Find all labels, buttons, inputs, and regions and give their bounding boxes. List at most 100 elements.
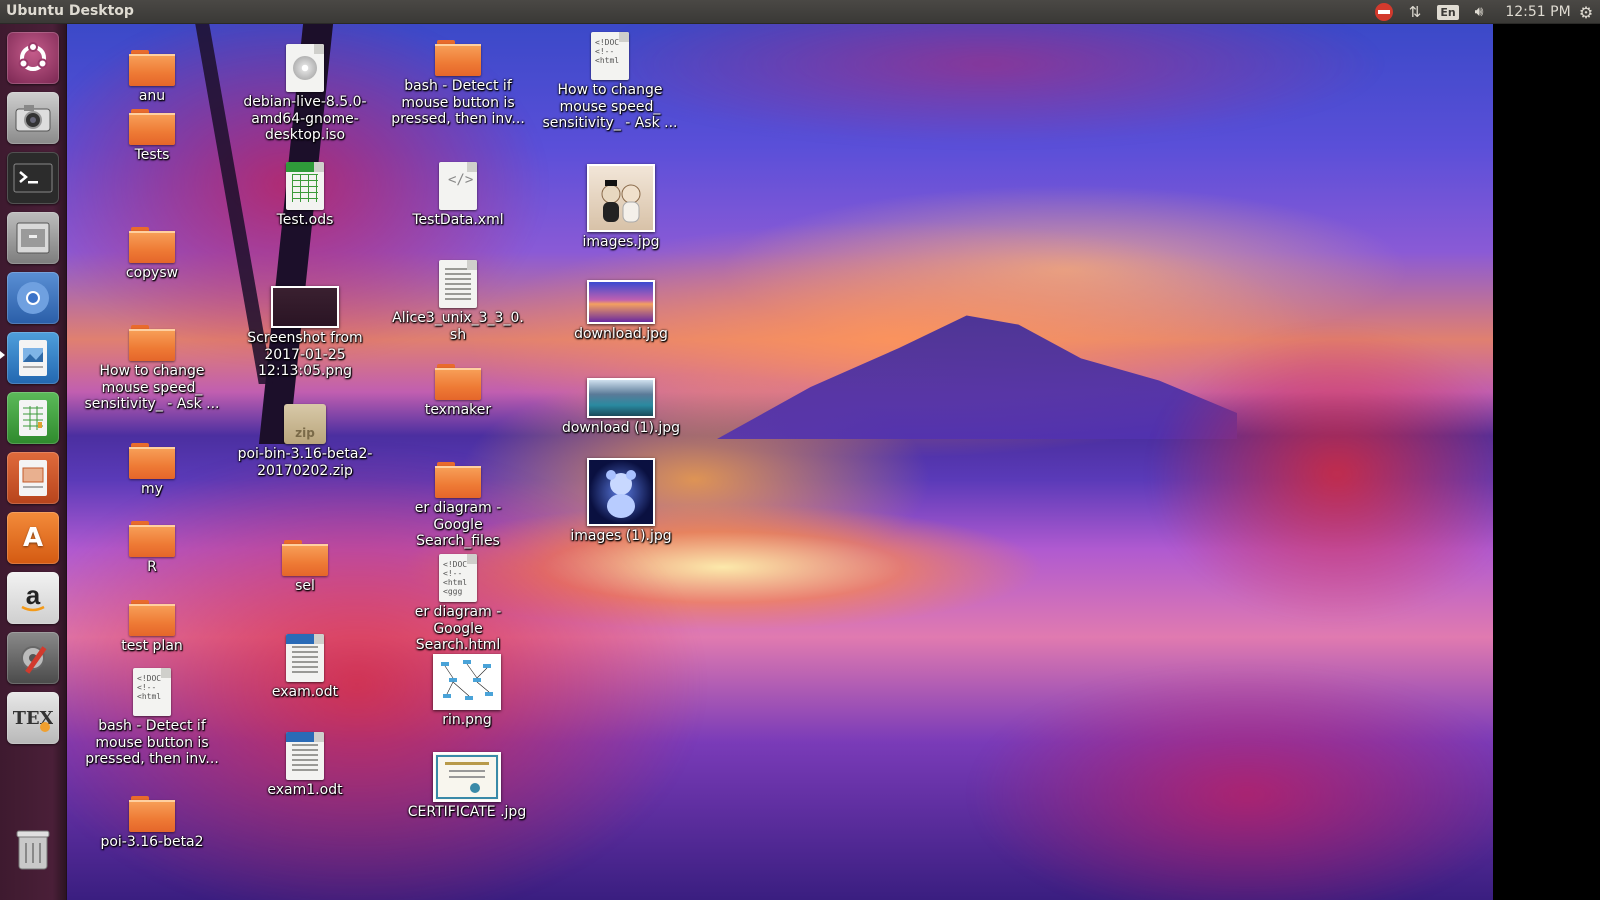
desktop-icon-label: How to change mouse speed_ sensitivity_ … (84, 363, 220, 412)
screenshot-thumbnail-icon (271, 286, 339, 328)
desktop-file-screenshot-png[interactable]: Screenshot from 2017-01-25 12:13:05.png (237, 286, 373, 380)
desktop-icon-label: debian-live-8.5.0-amd64-gnome-desktop.is… (243, 94, 367, 143)
desktop-file-alice3-sh[interactable]: Alice3_unix_3_3_0.sh (390, 260, 526, 343)
desktop-file-download-1-jpg[interactable]: download (1).jpg (553, 378, 689, 437)
folder-icon (435, 364, 481, 400)
terminal-launcher-button[interactable] (7, 152, 59, 204)
desktop-folder-my[interactable]: my (84, 443, 220, 498)
wallpaper-foliage (1147, 324, 1493, 624)
desktop-file-images-1-jpg[interactable]: images (1).jpg (553, 458, 689, 545)
desktop-icon-label: How to change mouse speed_ sensitivity_ … (542, 82, 678, 131)
certificate-thumbnail-icon (433, 752, 501, 802)
desktop[interactable]: anu Tests copysw How to change mouse spe… (67, 24, 1493, 900)
desktop-folder-tests[interactable]: Tests (84, 109, 220, 164)
desktop-icon-label: er diagram - Google Search.html (414, 604, 502, 653)
folder-icon (129, 600, 175, 636)
desktop-folder-r[interactable]: R (84, 521, 220, 576)
image-viewer-launcher-button[interactable] (7, 332, 59, 384)
svg-text:a: a (26, 580, 41, 610)
trash-launcher-button[interactable] (7, 824, 59, 876)
folder-icon (129, 325, 175, 361)
folder-icon (435, 462, 481, 498)
folder-icon (129, 443, 175, 479)
landscape-thumbnail-icon (587, 280, 655, 324)
settings-icon (21, 646, 47, 674)
settings-launcher-button[interactable] (7, 632, 59, 684)
desktop-folder-poi-3-16-beta2[interactable]: poi-3.16-beta2 (84, 796, 220, 851)
desktop-folder-sel[interactable]: sel (237, 540, 373, 595)
dash-home-button[interactable] (7, 32, 59, 84)
desktop-file-how-to-change-mouse-html[interactable]: <!DOC <!-- <html How to change mouse spe… (542, 32, 678, 132)
desktop-icon-label: er diagram - Google Search_files (414, 500, 502, 549)
desktop-file-exam-odt[interactable]: exam.odt (237, 634, 373, 701)
file-cabinet-icon (16, 222, 50, 254)
impress-launcher-button[interactable] (7, 452, 59, 504)
desktop-file-images-jpg[interactable]: images.jpg (553, 164, 689, 251)
desktop-icon-label: images (1).jpg (570, 528, 672, 544)
camera-launcher-button[interactable] (7, 92, 59, 144)
desktop-file-debian-iso[interactable]: debian-live-8.5.0-amd64-gnome-desktop.is… (237, 44, 373, 144)
desktop-icon-label: poi-3.16-beta2 (100, 834, 204, 850)
chromium-icon (17, 282, 49, 314)
amazon-launcher-button[interactable]: a (7, 572, 59, 624)
trash-icon (16, 830, 50, 870)
desktop-folder-bash-detect[interactable]: bash - Detect if mouse button is pressed… (390, 40, 526, 128)
amazon-icon: a (21, 580, 45, 612)
software-center-launcher-button[interactable]: A (7, 512, 59, 564)
terminal-icon (13, 163, 53, 193)
desktop-icon-label: TestData.xml (412, 212, 504, 228)
window-title: Ubuntu Desktop (6, 3, 134, 19)
desktop-icon-label: bash - Detect if mouse button is pressed… (391, 78, 525, 127)
folder-icon (435, 40, 481, 76)
desktop-file-certificate-jpg[interactable]: CERTIFICATE .jpg (399, 752, 535, 821)
desktop-file-download-jpg[interactable]: download.jpg (553, 280, 689, 343)
wallpaper-foliage (967, 664, 1493, 900)
desktop-folder-test-plan[interactable]: test plan (84, 600, 220, 655)
network-arrows-icon[interactable]: ⇅ (1404, 2, 1426, 22)
texmaker-launcher-button[interactable]: TEX (7, 692, 59, 744)
desktop-icon-label: images.jpg (582, 234, 660, 250)
folder-icon (282, 540, 328, 576)
desktop-icon-label: download.jpg (574, 326, 668, 342)
presentation-icon (19, 460, 47, 496)
text-document-icon (286, 732, 324, 780)
top-panel: Ubuntu Desktop ⇅ En 🔊︎ 12:51 PM ⚙ (0, 0, 1600, 24)
desktop-folder-how-to-change-mouse-speed[interactable]: How to change mouse speed_ sensitivity_ … (84, 325, 220, 413)
desktop-folder-anu[interactable]: anu (84, 50, 220, 105)
folder-icon (129, 521, 175, 557)
software-center-icon: A (22, 523, 44, 553)
desktop-file-poi-bin-zip[interactable]: zip poi-bin-3.16-beta2-20170202.zip (237, 404, 373, 479)
ubuntu-logo-icon (18, 42, 48, 71)
desktop-icon-label: CERTIFICATE .jpg (407, 804, 527, 820)
spreadsheet-icon (19, 400, 47, 436)
volume-icon[interactable]: 🔊︎ (1467, 2, 1491, 22)
desktop-icon-label: Screenshot from 2017-01-25 12:13:05.png (247, 330, 363, 379)
desktop-file-test-ods[interactable]: Test.ods (237, 162, 373, 229)
desktop-folder-er-diagram-files[interactable]: er diagram - Google Search_files (390, 462, 526, 550)
desktop-folder-texmaker[interactable]: texmaker (390, 364, 526, 419)
wallpaper-foliage (587, 24, 1387, 144)
do-not-disturb-icon[interactable] (1373, 2, 1395, 22)
folder-icon (129, 796, 175, 832)
folder-icon (129, 227, 175, 263)
desktop-file-testdata-xml[interactable]: </> TestData.xml (390, 162, 526, 229)
desktop-file-rin-png[interactable]: rin.png (399, 654, 535, 729)
files-launcher-button[interactable] (7, 212, 59, 264)
teddy-bears-thumbnail-icon (587, 164, 655, 232)
desktop-folder-copysw[interactable]: copysw (84, 227, 220, 282)
chromium-launcher-button[interactable] (7, 272, 59, 324)
clock[interactable]: 12:51 PM (1502, 2, 1574, 22)
desktop-file-bash-detect-html[interactable]: <!DOC <!-- <html bash - Detect if mouse … (84, 668, 220, 768)
lake-thumbnail-icon (587, 378, 655, 418)
calc-launcher-button[interactable] (7, 392, 59, 444)
desktop-file-er-diagram-html[interactable]: <!DOC <!-- <html <ggg er diagram - Googl… (390, 554, 526, 654)
system-gear-icon[interactable]: ⚙ (1576, 2, 1596, 22)
desktop-icon-label: bash - Detect if mouse button is pressed… (85, 718, 219, 767)
desktop-icon-label: exam.odt (271, 684, 339, 700)
desktop-icon-label: copysw (125, 265, 179, 281)
html-file-icon: <!DOC <!-- <html (591, 32, 629, 80)
desktop-file-exam1-odt[interactable]: exam1.odt (237, 732, 373, 799)
desktop-icon-label: my (141, 481, 163, 497)
folder-icon (129, 50, 175, 86)
keyboard-layout-indicator[interactable]: En (1437, 2, 1459, 22)
